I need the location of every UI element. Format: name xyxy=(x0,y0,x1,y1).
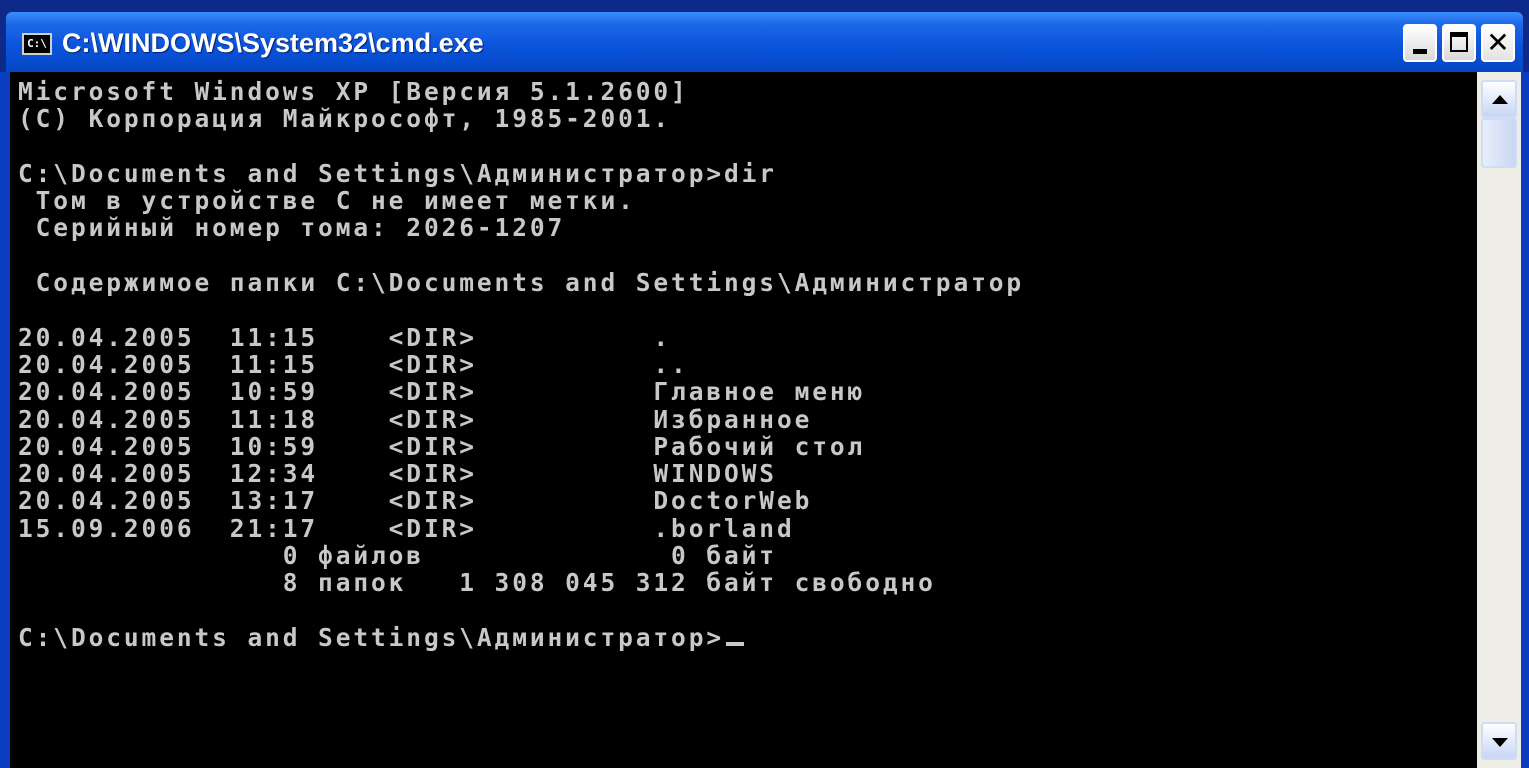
minimize-button[interactable] xyxy=(1403,24,1437,62)
arrow-down-icon xyxy=(1492,738,1508,747)
close-button[interactable]: ✕ xyxy=(1481,24,1515,62)
console-line: 8 папок 1 308 045 312 байт свободно xyxy=(18,568,936,598)
console-line: Серийный номер тома: 2026-1207 xyxy=(18,213,566,243)
console-line: 20.04.2005 11:15 <DIR> .. xyxy=(18,349,689,379)
vertical-scrollbar[interactable] xyxy=(1477,72,1521,768)
console-line: C:\Documents and Settings\Администратор>… xyxy=(18,158,777,188)
scroll-down-button[interactable] xyxy=(1481,722,1517,760)
console-line: (С) Корпорация Майкрософт, 1985-2001. xyxy=(18,104,672,134)
console-line: Microsoft Windows XP [Версия 5.1.2600] xyxy=(18,77,689,106)
window-title: C:\WINDOWS\System32\cmd.exe xyxy=(62,28,484,58)
console-line: 0 файлов 0 байт xyxy=(18,541,777,571)
console-line: 15.09.2006 21:17 <DIR> .borland xyxy=(18,513,795,543)
cmd-icon[interactable]: C:\ xyxy=(22,33,52,55)
scroll-thumb[interactable] xyxy=(1481,118,1517,168)
window-frame-right xyxy=(1521,72,1529,768)
text-cursor xyxy=(726,641,745,646)
console-line: Содержимое папки C:\Documents and Settin… xyxy=(18,268,1025,298)
console-lines: Microsoft Windows XP [Версия 5.1.2600] (С… xyxy=(18,77,1025,652)
window-frame-left xyxy=(0,72,10,768)
console-line: 20.04.2005 11:15 <DIR> . xyxy=(18,322,672,352)
cmd-window: C:\ C:\WINDOWS\System32\cmd.exe ✕ Micros… xyxy=(0,0,1529,768)
minimize-icon xyxy=(1413,49,1427,54)
console-line: 20.04.2005 12:34 <DIR> WINDOWS xyxy=(18,459,777,489)
arrow-up-icon xyxy=(1492,95,1508,104)
console-line: Том в устройстве C не имеет метки. xyxy=(18,186,636,216)
scroll-up-button[interactable] xyxy=(1481,80,1517,118)
close-icon: ✕ xyxy=(1486,26,1510,59)
console-line: C:\Documents and Settings\Администратор> xyxy=(18,624,1024,651)
maximize-icon xyxy=(1450,32,1468,52)
console-line: 20.04.2005 10:59 <DIR> Главное меню xyxy=(18,377,866,407)
console-output[interactable]: Microsoft Windows XP [Версия 5.1.2600] (С… xyxy=(10,72,1477,768)
maximize-button[interactable] xyxy=(1442,24,1476,62)
console-line: 20.04.2005 11:18 <DIR> Избранное xyxy=(18,404,813,434)
console-line: 20.04.2005 13:17 <DIR> DoctorWeb xyxy=(18,486,813,516)
console-line: 20.04.2005 10:59 <DIR> Рабочий стол xyxy=(18,431,866,461)
